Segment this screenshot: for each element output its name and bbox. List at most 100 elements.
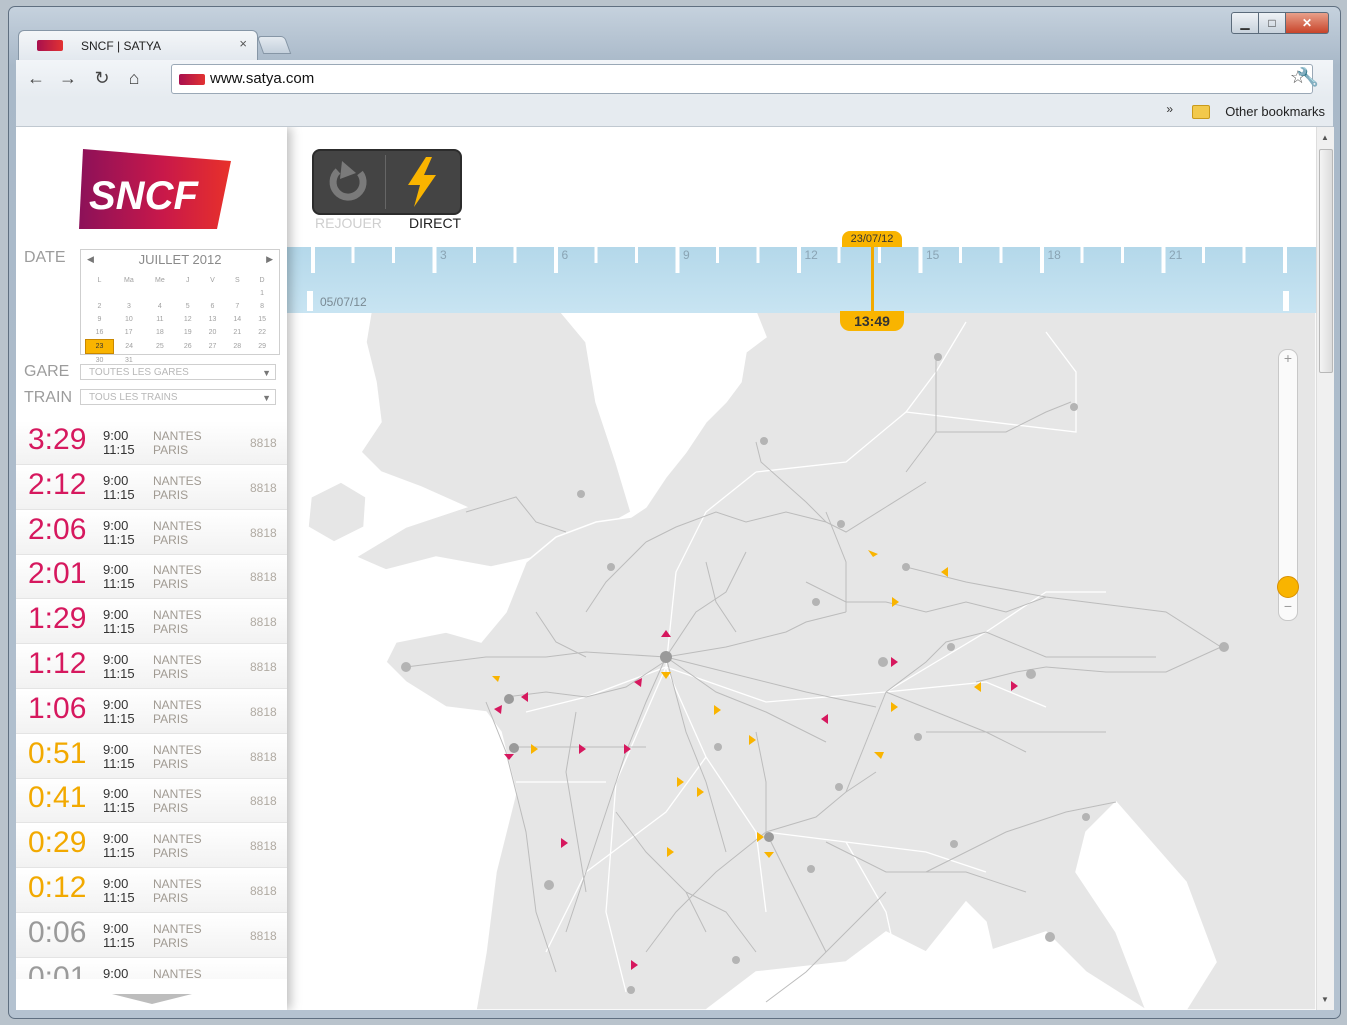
close-window-icon[interactable]: ✕: [1286, 12, 1329, 34]
zoom-out-icon[interactable]: −: [1279, 598, 1297, 614]
address-bar[interactable]: www.satya.com ☆: [171, 64, 1313, 94]
calendar-day[interactable]: 9: [86, 313, 114, 326]
calendar-day[interactable]: 2: [86, 300, 114, 313]
trip-departure-time: 9:00: [103, 562, 129, 578]
trip-row[interactable]: 3:29 9:00 11:15 NANTES PARIS 8818: [16, 421, 287, 465]
forward-icon[interactable]: →: [56, 68, 80, 89]
calendar-day[interactable]: 5: [175, 300, 200, 313]
calendar-day[interactable]: 22: [250, 326, 275, 340]
back-icon[interactable]: ←: [24, 68, 48, 89]
calendar-day[interactable]: 27: [200, 340, 225, 354]
timeline-tick: [594, 247, 598, 263]
calendar-day[interactable]: 1: [250, 287, 275, 300]
train-select[interactable]: TOUS LES TRAINS ▼: [80, 389, 276, 405]
calendar-day[interactable]: 11: [144, 313, 175, 326]
calendar-day[interactable]: 15: [250, 313, 275, 326]
minimize-icon[interactable]: ▁: [1231, 12, 1259, 34]
calendar-day[interactable]: 24: [113, 340, 144, 354]
trip-arrival-time: 11:15: [103, 890, 135, 905]
replay-label: REJOUER: [315, 215, 382, 231]
calendar-day[interactable]: 10: [113, 313, 144, 326]
trip-row[interactable]: 0:41 9:00 11:15 NANTES PARIS 8818: [16, 779, 287, 824]
rail-network-map[interactable]: [286, 312, 1316, 1010]
calendar-day[interactable]: 19: [175, 326, 200, 340]
calendar-day[interactable]: 14: [225, 313, 250, 326]
timeline-bar[interactable]: 05/07/12 3 6 9 12 15 18 21: [287, 247, 1316, 313]
timeline-tick: [554, 247, 558, 273]
trip-row[interactable]: 0:29 9:00 11:15 NANTES PARIS 8818: [16, 824, 287, 869]
home-icon[interactable]: ⌂: [122, 68, 146, 89]
calendar-day[interactable]: 12: [175, 313, 200, 326]
timeline-marker-line: [871, 239, 874, 319]
calendar-day[interactable]: 17: [113, 326, 144, 340]
trip-arrival-time: 11:15: [103, 531, 135, 547]
scrollbar-thumb[interactable]: [1319, 149, 1333, 373]
calendar-day[interactable]: 21: [225, 326, 250, 340]
calendar-day[interactable]: 6: [200, 300, 225, 313]
reload-icon[interactable]: ↻: [90, 68, 114, 89]
replay-button[interactable]: [314, 151, 385, 213]
trip-row[interactable]: 1:06 9:00 11:15 NANTES PARIS 8818: [16, 689, 287, 734]
zoom-slider[interactable]: + −: [1277, 349, 1299, 621]
timeline-tick: [513, 247, 517, 263]
scroll-down-arrow-icon[interactable]: [112, 994, 192, 1004]
trip-row[interactable]: 1:12 9:00 11:15 NANTES PARIS 8818: [16, 645, 287, 689]
browser-tab[interactable]: SNCF | SATYA ×: [18, 30, 258, 61]
next-month-icon[interactable]: ▶: [266, 254, 273, 265]
trip-destination: PARIS: [153, 487, 189, 502]
calendar-day[interactable]: 23: [85, 339, 114, 354]
live-button[interactable]: [386, 151, 458, 213]
trip-row[interactable]: 0:06 9:00 11:15 NANTES PARIS 8818: [16, 913, 287, 958]
trip-train-number: 8818: [250, 928, 277, 943]
bookmarks-overflow-icon[interactable]: »: [1166, 102, 1173, 116]
other-bookmarks-link[interactable]: Other bookmarks: [1225, 104, 1325, 119]
wrench-icon[interactable]: 🔧: [1297, 67, 1319, 88]
scroll-up-icon[interactable]: ▲: [1321, 133, 1329, 142]
trip-arrival-time: 11:15: [103, 710, 135, 726]
trip-row[interactable]: 1:29 9:00 11:15 NANTES PARIS 8818: [16, 600, 287, 645]
trip-row[interactable]: 2:12 9:00 11:15 NANTES PARIS 8818: [16, 465, 287, 510]
calendar-day[interactable]: 28: [225, 340, 250, 354]
calendar-day[interactable]: 18: [144, 326, 175, 340]
trip-row[interactable]: 0:01 9:00 NANTES: [16, 958, 287, 979]
trip-train-number: 8818: [250, 615, 277, 630]
page-scrollbar[interactable]: ▲ ▼: [1316, 127, 1334, 1010]
timeline-range-start-handle[interactable]: [307, 291, 313, 311]
timeline-start-label: 05/07/12: [320, 295, 367, 309]
calendar-weekday: D: [259, 277, 265, 284]
calendar-day[interactable]: 29: [250, 340, 275, 354]
zoom-in-icon[interactable]: +: [1279, 350, 1297, 366]
station-dot: [732, 956, 740, 964]
calendar-day[interactable]: 16: [86, 326, 114, 340]
gare-label: GARE: [24, 363, 70, 380]
timeline-marker-time[interactable]: 13:49: [840, 311, 904, 331]
tab-close-icon[interactable]: ×: [239, 36, 247, 51]
trip-row[interactable]: 2:06 9:00 11:15 NANTES PARIS 8818: [16, 510, 287, 555]
calendar-day[interactable]: 7: [225, 300, 250, 313]
calendar-day[interactable]: 4: [144, 300, 175, 313]
trip-row[interactable]: 0:12 9:00 11:15 NANTES PARIS 8818: [16, 869, 287, 913]
trip-train-number: 8818: [250, 660, 277, 674]
zoom-knob[interactable]: [1277, 576, 1299, 598]
trip-arrival-time: 11:15: [103, 666, 135, 681]
trip-arrival-time: 11:15: [103, 845, 135, 861]
trip-destination: PARIS: [153, 891, 189, 905]
calendar-day[interactable]: 20: [200, 326, 225, 340]
gare-select[interactable]: TOUTES LES GARES ▼: [80, 364, 276, 380]
calendar-day[interactable]: 13: [200, 313, 225, 326]
station-dot: [950, 840, 958, 848]
calendar-day[interactable]: 8: [250, 300, 275, 313]
calendar-day[interactable]: 25: [144, 340, 175, 354]
timeline-tick: [999, 247, 1003, 263]
trip-row[interactable]: 0:51 9:00 11:15 NANTES PARIS 8818: [16, 734, 287, 779]
calendar-day: [86, 287, 114, 300]
trip-destination: PARIS: [153, 577, 189, 592]
calendar-day[interactable]: 26: [175, 340, 200, 354]
trip-row[interactable]: 2:01 9:00 11:15 NANTES PARIS 8818: [16, 555, 287, 600]
timeline-tick: [635, 247, 638, 263]
scroll-down-icon[interactable]: ▼: [1321, 995, 1329, 1004]
timeline-range-end-handle[interactable]: [1283, 291, 1289, 311]
calendar-day[interactable]: 3: [113, 300, 144, 313]
maximize-icon[interactable]: □: [1259, 12, 1286, 34]
trip-countdown: 1:06: [28, 691, 87, 725]
